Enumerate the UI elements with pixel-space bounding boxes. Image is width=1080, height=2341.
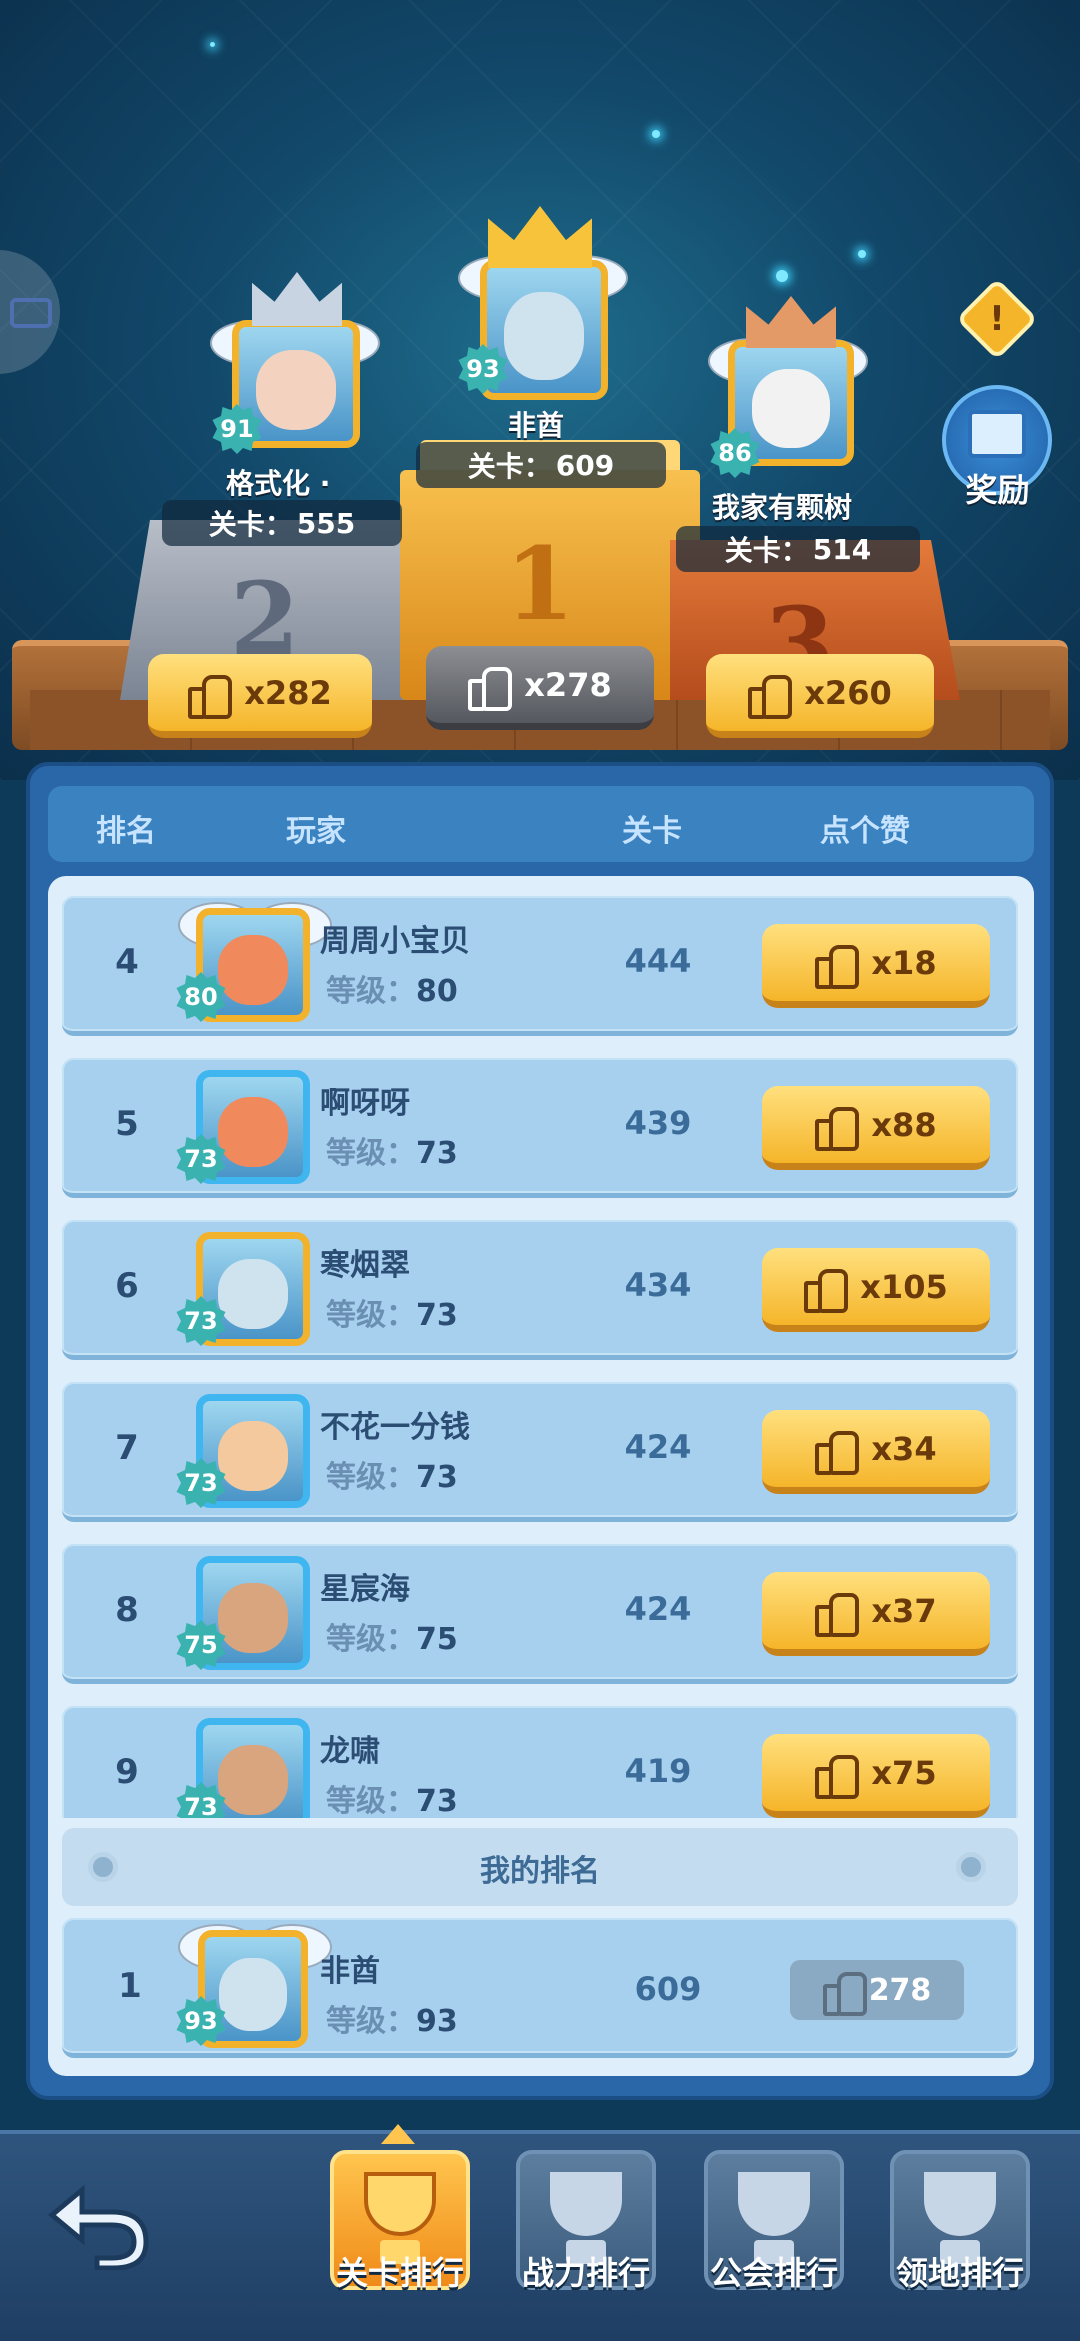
like-button-first[interactable]: x278 bbox=[426, 646, 654, 730]
header-stage: 关卡 bbox=[622, 814, 682, 849]
stage-label-third: 关卡： 514 bbox=[676, 526, 920, 572]
header-player: 玩家 bbox=[286, 814, 346, 849]
thumbs-up-icon bbox=[815, 1430, 860, 1475]
gift-icon bbox=[968, 410, 1026, 458]
sparkle bbox=[776, 270, 788, 282]
thumbs-up-icon bbox=[815, 944, 860, 989]
sparkle bbox=[652, 130, 660, 138]
trophy-tower-icon bbox=[924, 2172, 996, 2236]
stage-label: 关卡： bbox=[724, 534, 809, 567]
level-value: 93 bbox=[416, 2004, 458, 2039]
thumbs-up-icon bbox=[468, 666, 513, 711]
like-count: x88 bbox=[871, 1105, 937, 1144]
player-face bbox=[504, 292, 584, 381]
like-count: 278 bbox=[868, 1972, 932, 2008]
like-count: x34 bbox=[871, 1429, 937, 1468]
player-name: 我家有颗树 bbox=[712, 491, 853, 524]
stage-value: 514 bbox=[812, 532, 872, 566]
like-count: x278 bbox=[524, 665, 612, 704]
like-button[interactable]: x105 bbox=[762, 1248, 990, 1332]
chat-icon bbox=[10, 298, 52, 328]
player-name: 格式化 · bbox=[226, 467, 331, 500]
info-icon: ! bbox=[989, 299, 1005, 339]
thumbs-up-icon bbox=[748, 674, 793, 719]
my-like-count: 278 bbox=[790, 1960, 964, 2020]
header-like: 点个赞 bbox=[820, 814, 910, 849]
thumbs-up-icon bbox=[804, 1268, 849, 1313]
trophy-icon bbox=[364, 2172, 436, 2236]
like-button[interactable]: x88 bbox=[762, 1086, 990, 1170]
back-arrow-icon[interactable] bbox=[42, 2170, 152, 2270]
like-count: x75 bbox=[871, 1753, 937, 1792]
tab-label: 公会排行 bbox=[709, 2254, 838, 2292]
like-button[interactable]: x37 bbox=[762, 1572, 990, 1656]
stage-value: 555 bbox=[296, 506, 356, 540]
like-button[interactable]: x75 bbox=[762, 1734, 990, 1818]
reward-label: 奖励 bbox=[965, 471, 1030, 509]
stage-value: 609 bbox=[555, 448, 615, 482]
stage-label: 关卡： bbox=[467, 450, 552, 483]
thumbs-up-icon bbox=[188, 674, 233, 719]
player-level: 等级：93 bbox=[326, 1996, 458, 2040]
trophy-handshake-icon bbox=[738, 2172, 810, 2236]
level-prefix: 等级： bbox=[326, 2004, 416, 2039]
stage-label-first: 关卡： 609 bbox=[416, 442, 666, 488]
like-button[interactable]: x34 bbox=[762, 1410, 990, 1494]
thumbs-up-icon bbox=[815, 1754, 860, 1799]
place-1: 1 bbox=[505, 525, 575, 643]
like-count: x37 bbox=[871, 1591, 937, 1630]
header-rank: 排名 bbox=[96, 814, 156, 849]
tab-label: 战力排行 bbox=[521, 2254, 650, 2292]
thumbs-up-icon bbox=[815, 1106, 860, 1151]
like-count: x105 bbox=[860, 1267, 948, 1306]
player-name: 非酋 bbox=[320, 1954, 380, 1989]
like-count: x282 bbox=[244, 673, 332, 712]
sparkle bbox=[858, 250, 866, 258]
thumbs-up-icon bbox=[815, 1592, 860, 1637]
like-count: x18 bbox=[871, 943, 937, 982]
like-button-third[interactable]: x260 bbox=[706, 654, 934, 738]
player-face bbox=[219, 1957, 287, 2031]
player-face bbox=[256, 349, 336, 430]
rank-number: 1 bbox=[118, 1966, 142, 2006]
tab-label: 领地排行 bbox=[895, 2254, 1024, 2292]
like-button[interactable]: x18 bbox=[762, 924, 990, 1008]
thumbs-up-icon bbox=[822, 1972, 867, 2016]
stage-score: 609 bbox=[634, 1970, 702, 2008]
player-face bbox=[751, 369, 831, 448]
like-count: x260 bbox=[804, 673, 892, 712]
sparkle bbox=[210, 42, 215, 47]
bar-dot bbox=[956, 1852, 986, 1882]
stage-label-second: 关卡： 555 bbox=[162, 500, 402, 546]
tab-label: 关卡排行 bbox=[335, 2254, 464, 2292]
my-rank-label: 我的排名 bbox=[480, 1854, 600, 1889]
bar-dot bbox=[88, 1852, 118, 1882]
trophy-fist-icon bbox=[550, 2172, 622, 2236]
like-button-second[interactable]: x282 bbox=[148, 654, 372, 738]
player-name: 非酋 bbox=[508, 409, 565, 442]
stage-label: 关卡： bbox=[208, 508, 293, 541]
